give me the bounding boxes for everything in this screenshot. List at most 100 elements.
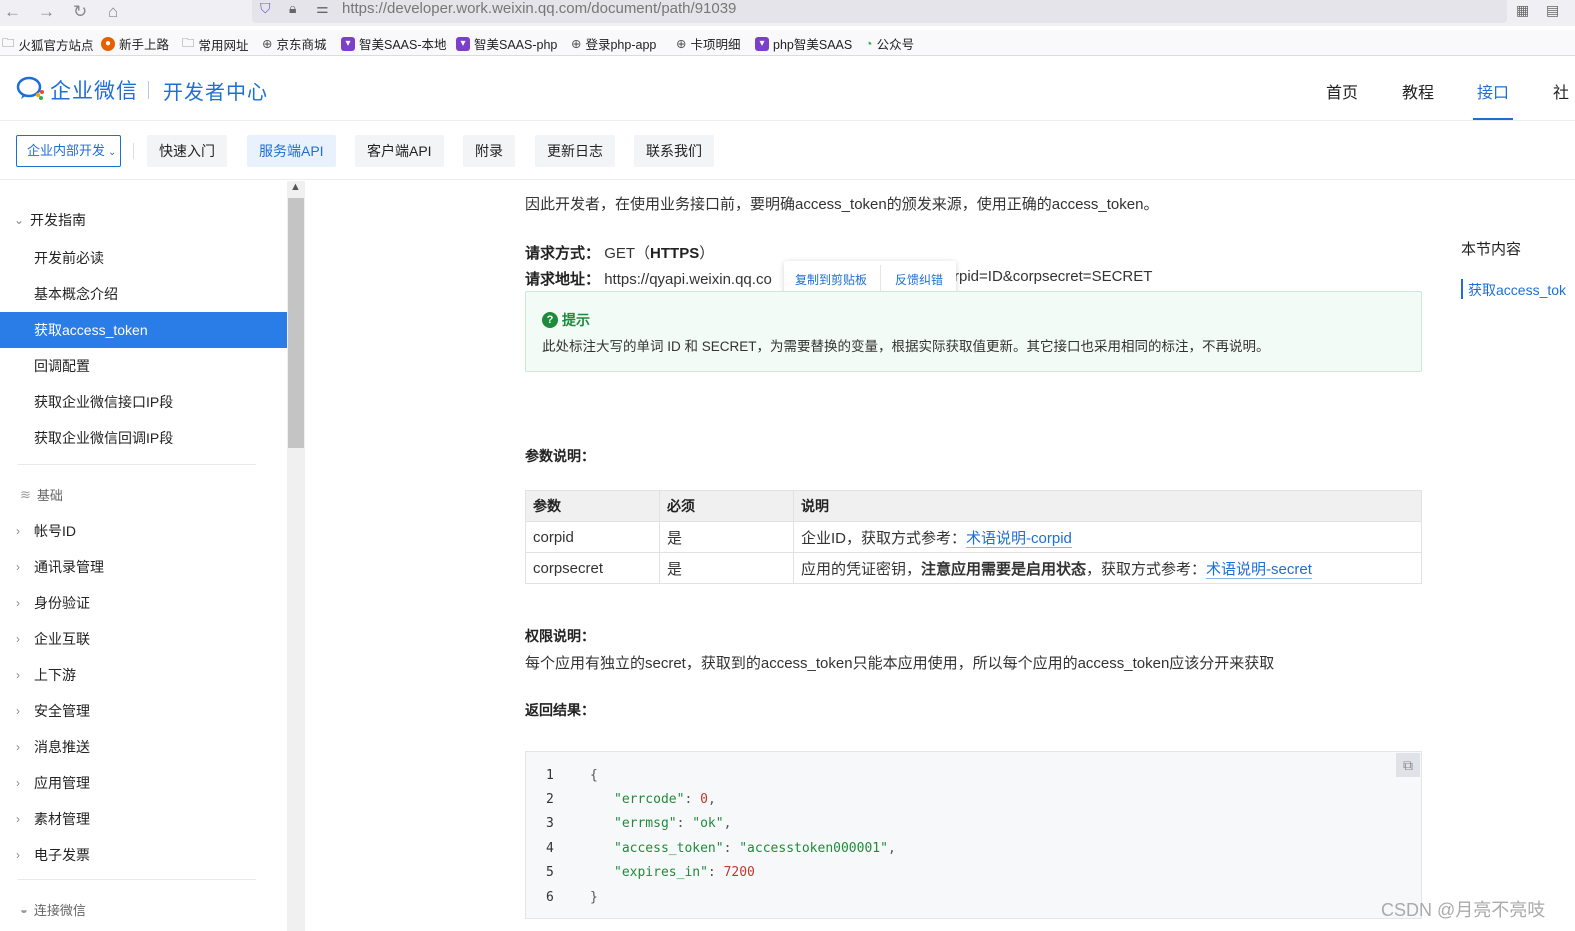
bookmark-item[interactable]: ▾ 智美SAAS-本地 [341,34,447,53]
copy-tooltip: 复制到剪贴板 反馈纠错 [784,261,956,304]
table-header: 必须 [659,490,794,522]
table-header-row: 参数 必须 说明 [525,490,1422,522]
chevron-right-icon: › [16,848,20,862]
question-icon: ? [542,312,558,328]
sidebar-item-account-id[interactable]: › 帐号ID [16,521,76,541]
home-icon[interactable]: ⌂ [108,2,118,22]
chevron-down-icon: ⌄ [14,213,25,227]
sidebar-item-messages[interactable]: › 消息推送 [16,737,90,757]
tab-contact[interactable]: 联系我们 [634,135,714,167]
tip-box: ? 提示 此处标注大写的单词 ID 和 SECRET，为需要替换的变量，根据实际获… [525,291,1422,372]
site-header: 企业微信 开发者中心 首页 教程 接口 社 [0,57,1575,121]
permissions-icon[interactable]: ⚌ [316,0,329,17]
code-block: ⧉ 1{ 2 "errcode": 0, 3 "errmsg": "ok", 4 "a… [525,751,1422,919]
sidebar-item-media[interactable]: › 素材管理 [16,809,90,829]
logo-text[interactable]: 企业微信 [50,75,138,105]
globe-icon: ⊕ [571,37,582,51]
bookmark-item[interactable]: ▾ php智美SAAS [755,34,852,53]
params-table: 参数 必须 说明 corpid 是 企业ID，获取方式参考：术语说明-corpi… [525,490,1422,584]
bookmark-item[interactable]: ▾ 智美SAAS-php [456,34,557,53]
reload-icon[interactable]: ↻ [73,2,87,22]
toc-title: 本节内容 [1461,241,1522,258]
nav-home[interactable]: 首页 [1326,79,1358,103]
sidebar-divider [18,464,256,465]
chat-icon: ◒ [20,902,28,917]
sidebar-item-callback[interactable]: 回调配置 [0,348,287,384]
chevron-right-icon: › [16,812,20,826]
sidebar-item-api-ip[interactable]: 获取企业微信接口IP段 [0,384,287,420]
term-secret-link[interactable]: 术语说明-secret [1206,560,1312,579]
param-name: corpsecret [525,552,660,584]
report-error-button[interactable]: 反馈纠错 [895,271,943,288]
return-heading: 返回结果： [525,702,595,718]
intro-text: 因此开发者，在使用业务接口前，要明确access_token的颁发来源，使用正确… [525,196,1159,213]
tab-appendix[interactable]: 附录 [463,135,515,167]
globe-icon: ⊕ [262,37,273,51]
scroll-up-icon[interactable]: ▲ [290,181,301,193]
sidebar-item-contacts[interactable]: › 通讯录管理 [16,557,104,577]
watermark: CSDN @月亮不亮吱 [1381,900,1546,920]
tip-title: ? 提示 [542,310,590,330]
sidebar-item-security[interactable]: › 安全管理 [16,701,90,721]
term-corpid-link[interactable]: 术语说明-corpid [966,529,1072,548]
sidebar-item-concepts[interactable]: 基本概念介绍 [0,276,287,312]
param-required: 是 [659,552,794,584]
sidebar-item-auth[interactable]: › 身份验证 [16,593,90,613]
param-desc: 企业ID，获取方式参考：术语说明-corpid [793,521,1422,553]
chevron-down-icon: ⌄ [108,147,117,158]
chevron-right-icon: › [16,740,20,754]
sidebar-scroll-thumb[interactable] [288,198,304,448]
sidebar-group-dev-guide[interactable]: ⌄ 开发指南 [14,210,86,230]
forward-icon[interactable]: → [38,2,55,22]
toc-item-access-token[interactable]: 获取access_tok [1468,280,1566,300]
nav-active-indicator [1473,118,1513,120]
sidebar: ⌄ 开发指南 开发前必读 基本概念介绍 获取access_token 回调配置 获… [0,181,288,931]
permission-heading: 权限说明： [525,628,595,644]
chevron-right-icon: › [16,632,20,646]
folder-icon: 🗀︎ [2,36,15,50]
qr-code-icon[interactable]: ▦ [1516,2,1529,19]
shield-icon[interactable]: ⛉ [260,0,271,17]
nav-community[interactable]: 社 [1553,79,1569,103]
url-text[interactable]: https://developer.work.weixin.qq.com/doc… [342,0,736,17]
request-url-tail[interactable]: rpid=ID&corpsecret=SECRET [954,268,1152,285]
reader-icon[interactable]: ▤ [1546,2,1559,19]
bookmark-item[interactable]: ● 新手上路 [101,34,169,53]
chevron-right-icon: › [16,668,20,682]
back-icon[interactable]: ← [4,2,21,22]
layers-icon: ≋ [20,486,31,502]
logo-subtitle[interactable]: 开发者中心 [163,76,268,105]
request-url: 请求地址： https://qyapi.weixin.qq.co [525,271,772,288]
lock-icon[interactable]: 🔒︎ [289,0,296,17]
bookmark-item[interactable]: ◔ 公众号 [865,34,914,53]
sidebar-item-upstream[interactable]: › 上下游 [16,665,76,685]
bookmark-item[interactable]: ⊕ 登录php-app [571,34,656,53]
scope-dropdown[interactable]: 企业内部开发 ⌄ [16,135,121,167]
saas-icon: ▾ [755,36,769,51]
sidebar-item-invoice[interactable]: › 电子发票 [16,845,90,865]
sidebar-category-basic: ≋ 基础 [20,486,63,504]
nav-tutorial[interactable]: 教程 [1402,79,1434,103]
sidebar-item-prereq[interactable]: 开发前必读 [0,240,287,276]
chevron-right-icon: › [16,704,20,718]
sidebar-item-callback-ip[interactable]: 获取企业微信回调IP段 [0,420,287,456]
sidebar-item-interconnect[interactable]: › 企业互联 [16,629,90,649]
tab-client-api[interactable]: 客户端API [355,135,444,167]
browser-toolbar: ← → ↻ ⌂ ⛉ 🔒︎ ⚌ https://developer.work.we… [0,0,1575,26]
wecom-logo-icon[interactable] [16,75,46,103]
bookmark-item[interactable]: ⊕ 卡项明细 [676,34,741,53]
sidebar-divider [18,879,256,880]
tab-quickstart[interactable]: 快速入门 [147,135,227,167]
tab-changelog[interactable]: 更新日志 [535,135,615,167]
copy-icon[interactable]: ⧉ [1396,753,1420,777]
sidebar-item-apps[interactable]: › 应用管理 [16,773,90,793]
bookmark-item[interactable]: 🗀︎ 火狐官方站点 [2,34,94,55]
sidebar-item-access-token[interactable]: 获取access_token [0,312,287,348]
bookmark-item[interactable]: 🗀︎ 常用网址 [182,34,249,55]
saas-icon: ▾ [341,36,355,51]
nav-api[interactable]: 接口 [1477,79,1509,103]
wechat-icon: ◔ [865,36,873,51]
bookmark-item[interactable]: ⊕ 京东商城 [262,34,327,53]
tab-server-api[interactable]: 服务端API [247,135,336,167]
copy-to-clipboard-button[interactable]: 复制到剪贴板 [795,271,867,288]
